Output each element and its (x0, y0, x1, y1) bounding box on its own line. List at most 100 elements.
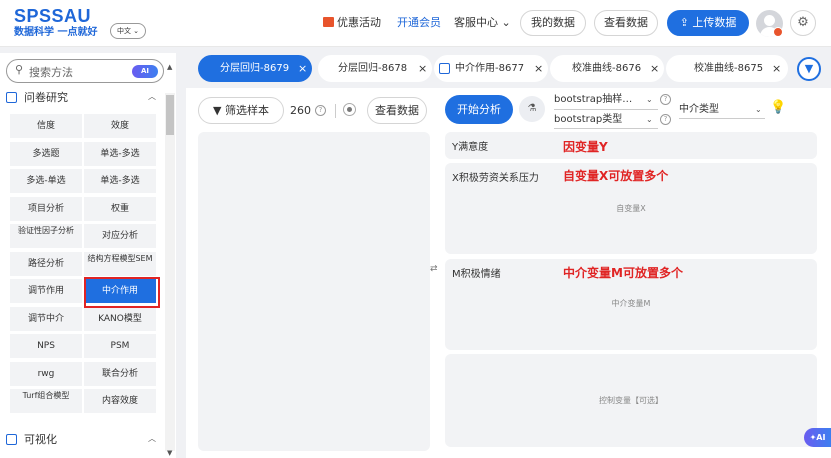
method-button[interactable]: PSM (84, 334, 156, 358)
close-icon[interactable]: × (772, 55, 781, 82)
tab-label: 校准曲线-8675 (694, 63, 764, 74)
close-icon[interactable]: × (298, 55, 307, 82)
method-button[interactable]: 单选-多选 (84, 169, 156, 193)
logo-slogan: 数据科学 一点就好 (14, 27, 98, 38)
tab-0[interactable]: 分层回归-8679 × (198, 55, 312, 82)
m-drop-zone[interactable]: M积极情绪 中介变量M可放置多个 中介变量M (445, 259, 817, 350)
method-button[interactable]: 结构方程模型SEM (84, 251, 156, 276)
method-button[interactable]: KANO模型 (84, 306, 156, 331)
m-hint: 中介变量M (611, 299, 651, 308)
method-button[interactable]: 单选-多选 (84, 141, 156, 166)
gear-icon[interactable]: ⚙ (790, 10, 816, 36)
filter-icon: ▼ (213, 104, 222, 117)
tab-1[interactable]: 分层回归-8678 × (318, 55, 432, 82)
my-data-button[interactable]: 我的数据 (520, 10, 586, 36)
search-input[interactable]: ⚲ 搜索方法 AI (6, 59, 164, 83)
tab-3[interactable]: 校准曲线-8676 × (550, 55, 664, 82)
tab-label: 分层回归-8679 (220, 63, 290, 74)
method-button[interactable]: 联合分析 (84, 361, 156, 386)
tab-2[interactable]: 中介作用-8677 × (434, 55, 548, 82)
y-drop-zone[interactable]: Y满意度 因变量Y (445, 132, 817, 159)
mediation-type-select[interactable]: 中介类型 ⌄ (679, 103, 765, 117)
tab-4[interactable]: 校准曲线-8675 × (666, 55, 788, 82)
method-button[interactable]: NPS (10, 334, 82, 358)
help-icon[interactable]: ? (315, 105, 326, 116)
chevron-down-icon: ⌄ (646, 115, 653, 124)
tab-label: 校准曲线-8676 (572, 63, 642, 74)
x-hint: 自变量X (616, 204, 646, 213)
flask-icon[interactable]: ⚗ (519, 96, 545, 122)
vip-link[interactable]: 开通会员 (397, 15, 441, 31)
bootstrap-sampling-select[interactable]: bootstrap抽样… ⌄ (554, 93, 658, 107)
upload-data-button[interactable]: ⇪ 上传数据 (667, 10, 749, 36)
method-button[interactable]: 调节作用 (10, 279, 82, 303)
chevron-down-icon: ⌄ (646, 95, 653, 104)
language-select[interactable]: 中文 ⌄ (110, 23, 146, 39)
tab-label: 中介作用-8677 (455, 63, 525, 74)
select-underline (554, 128, 658, 129)
close-icon[interactable]: × (534, 55, 543, 82)
control-hint: 控制变量【可选】 (599, 396, 663, 405)
y-label: Y满意度 (452, 142, 489, 153)
section-visual[interactable]: 可视化 ︿ (6, 431, 156, 449)
close-icon[interactable]: × (650, 55, 659, 82)
method-button[interactable]: Turf组合模型 (10, 389, 82, 413)
scroll-down-icon[interactable]: ▼ (167, 449, 172, 457)
chart-icon (6, 434, 17, 445)
start-analysis-button[interactable]: 开始分析 (445, 95, 513, 124)
ai-assistant-button[interactable]: ✦AI (804, 428, 831, 447)
tab-label: 分层回归-8678 (338, 63, 408, 74)
method-button[interactable]: rwg (10, 361, 82, 386)
x-drop-zone[interactable]: X积极劳资关系压力 自变量X可放置多个 自变量X (445, 163, 817, 254)
ai-search-badge[interactable]: AI (132, 65, 158, 78)
method-button[interactable]: 项目分析 (10, 196, 82, 221)
method-button[interactable]: 验证性因子分析 (10, 224, 82, 248)
method-button[interactable]: 中介作用 (84, 279, 156, 303)
method-button[interactable]: 效度 (84, 114, 156, 138)
y-note: 因变量Y (563, 140, 608, 154)
logo[interactable]: SPSSAU 数据科学 一点就好 (14, 6, 97, 39)
sidebar-scrollbar[interactable] (165, 93, 175, 451)
method-button[interactable]: 多选题 (10, 141, 82, 166)
view-data-button[interactable]: 查看数据 (594, 10, 658, 36)
view-data-small-button[interactable]: 查看数据 (367, 97, 427, 124)
method-button[interactable]: 调节中介 (10, 306, 82, 331)
x-note: 自变量X可放置多个 (563, 169, 669, 183)
scroll-up-icon[interactable]: ▲ (167, 63, 172, 71)
help-icon[interactable]: ? (660, 114, 671, 125)
section-survey[interactable]: 问卷研究 ︿ (6, 89, 156, 107)
avatar-badge-icon (773, 27, 783, 37)
filter-sample-button[interactable]: ▼ 筛选样本 (198, 97, 284, 124)
chevron-down-icon[interactable]: ▼ (797, 57, 821, 81)
section-visual-title: 可视化 (24, 433, 57, 446)
method-button[interactable]: 权重 (84, 196, 156, 221)
method-button[interactable]: 内容效度 (84, 389, 156, 413)
control-drop-zone[interactable]: 控制变量【可选】 (445, 354, 817, 447)
help-icon[interactable]: ? (660, 94, 671, 105)
method-button[interactable]: 信度 (10, 114, 82, 138)
search-icon: ⚲ (15, 63, 24, 76)
m-label: M积极情绪 (452, 269, 501, 280)
radio-toggle[interactable] (343, 103, 356, 116)
bootstrap-type-select[interactable]: bootstrap类型 ⌄ (554, 113, 658, 127)
mediation-icon (439, 63, 450, 74)
survey-icon (6, 92, 17, 103)
close-icon[interactable]: × (418, 55, 427, 82)
swap-icon[interactable]: ⇄ (430, 264, 438, 274)
method-button[interactable]: 对应分析 (84, 224, 156, 248)
method-button[interactable]: 多选-单选 (10, 169, 82, 193)
variable-list[interactable] (198, 132, 430, 451)
promo-link[interactable]: 优惠活动 (323, 15, 381, 31)
promo-label: 优惠活动 (337, 16, 381, 29)
method-sidebar: ⚲ 搜索方法 AI ▲ ▼ 问卷研究 ︿ 信度 效度 多选题 单选-多选 多选-单选 单选… (0, 53, 176, 458)
gift-icon (323, 17, 334, 27)
chevron-down-icon: ⌄ (755, 105, 762, 114)
lightbulb-icon[interactable]: 💡 (770, 100, 786, 115)
divider (335, 104, 336, 118)
service-menu[interactable]: 客服中心 ⌄ (454, 15, 511, 31)
scrollbar-thumb[interactable] (166, 95, 174, 135)
chevron-up-icon: ︿ (148, 434, 156, 443)
method-button[interactable]: 路径分析 (10, 251, 82, 276)
select-underline (679, 118, 765, 119)
sample-count: 260 (290, 104, 311, 117)
